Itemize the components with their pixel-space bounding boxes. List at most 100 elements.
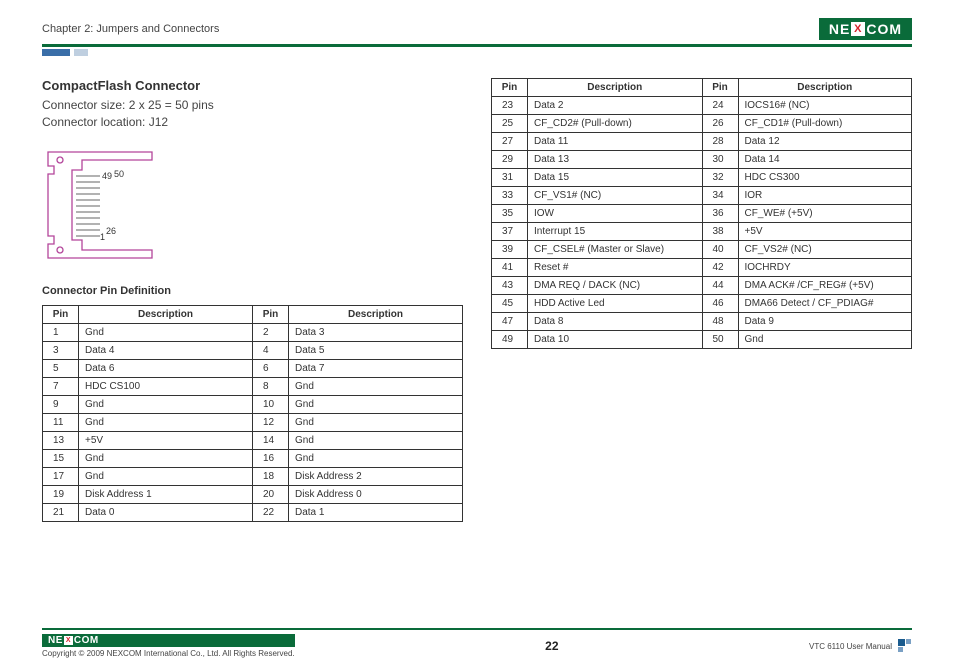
desc-cell: IOCHRDY <box>738 259 912 277</box>
desc-cell: Gnd <box>289 431 463 449</box>
pin-cell: 23 <box>492 97 528 115</box>
desc-cell: Data 9 <box>738 313 912 331</box>
table-row: 7HDC CS1008Gnd <box>43 377 463 395</box>
pin-cell: 8 <box>253 377 289 395</box>
pin-cell: 39 <box>492 241 528 259</box>
table-row: 35IOW36CF_WE# (+5V) <box>492 205 912 223</box>
table-row: 1Gnd2Data 3 <box>43 323 463 341</box>
pin-cell: 5 <box>43 359 79 377</box>
pin-cell: 44 <box>702 277 738 295</box>
table-row: 49Data 1050Gnd <box>492 331 912 349</box>
logo-footer: NEXCOM <box>42 634 295 647</box>
desc-cell: Data 1 <box>289 503 463 521</box>
th-desc: Description <box>79 305 253 323</box>
table-row: 33CF_VS1# (NC)34IOR <box>492 187 912 205</box>
desc-cell: Data 12 <box>738 133 912 151</box>
desc-cell: Gnd <box>79 413 253 431</box>
desc-cell: Gnd <box>738 331 912 349</box>
pin-cell: 14 <box>253 431 289 449</box>
desc-cell: Gnd <box>79 323 253 341</box>
th-desc: Description <box>528 79 703 97</box>
pin-cell: 2 <box>253 323 289 341</box>
desc-cell: IOW <box>528 205 703 223</box>
pin-cell: 15 <box>43 449 79 467</box>
desc-cell: Data 11 <box>528 133 703 151</box>
chapter-title: Chapter 2: Jumpers and Connectors <box>42 23 219 35</box>
pin-cell: 45 <box>492 295 528 313</box>
desc-cell: Disk Address 2 <box>289 467 463 485</box>
desc-cell: CF_CD1# (Pull-down) <box>738 115 912 133</box>
desc-cell: IOR <box>738 187 912 205</box>
pin-cell: 35 <box>492 205 528 223</box>
pin-cell: 7 <box>43 377 79 395</box>
table-row: 41Reset #42IOCHRDY <box>492 259 912 277</box>
table-row: 15Gnd16Gnd <box>43 449 463 467</box>
th-desc: Description <box>738 79 912 97</box>
connector-location: Connector location: J12 <box>42 114 463 131</box>
pin-cell: 41 <box>492 259 528 277</box>
table-row: 37Interrupt 1538+5V <box>492 223 912 241</box>
left-column: CompactFlash Connector Connector size: 2… <box>42 78 463 522</box>
th-pin: Pin <box>253 305 289 323</box>
connector-size: Connector size: 2 x 25 = 50 pins <box>42 97 463 114</box>
pin-cell: 1 <box>43 323 79 341</box>
desc-cell: Reset # <box>528 259 703 277</box>
table-row: 23Data 224IOCS16# (NC) <box>492 97 912 115</box>
desc-cell: Data 14 <box>738 151 912 169</box>
pin-cell: 12 <box>253 413 289 431</box>
pin-cell: 20 <box>253 485 289 503</box>
desc-cell: Gnd <box>289 395 463 413</box>
copyright-text: Copyright © 2009 NEXCOM International Co… <box>42 649 295 658</box>
desc-cell: Data 10 <box>528 331 703 349</box>
table-row: 31Data 1532HDC CS300 <box>492 169 912 187</box>
desc-cell: Data 0 <box>79 503 253 521</box>
th-desc: Description <box>289 305 463 323</box>
pin-cell: 46 <box>702 295 738 313</box>
desc-cell: Disk Address 0 <box>289 485 463 503</box>
table-row: 45HDD Active Led46DMA66 Detect / CF_PDIA… <box>492 295 912 313</box>
pin-1-label: 1 <box>100 232 105 242</box>
desc-cell: Gnd <box>289 413 463 431</box>
pin-cell: 13 <box>43 431 79 449</box>
desc-cell: Gnd <box>79 467 253 485</box>
pin-cell: 24 <box>702 97 738 115</box>
pin-cell: 27 <box>492 133 528 151</box>
table-row: 5Data 66Data 7 <box>43 359 463 377</box>
desc-cell: Interrupt 15 <box>528 223 703 241</box>
pin-cell: 19 <box>43 485 79 503</box>
pin-cell: 30 <box>702 151 738 169</box>
desc-cell: Disk Address 1 <box>79 485 253 503</box>
pin-cell: 22 <box>253 503 289 521</box>
pin-50-label: 50 <box>114 169 124 179</box>
logo-top: NEXCOM <box>819 18 912 40</box>
pin-cell: 6 <box>253 359 289 377</box>
desc-cell: +5V <box>738 223 912 241</box>
desc-cell: Data 3 <box>289 323 463 341</box>
pin-cell: 16 <box>253 449 289 467</box>
table-subhead: Connector Pin Definition <box>42 285 463 297</box>
th-pin: Pin <box>43 305 79 323</box>
pin-cell: 42 <box>702 259 738 277</box>
desc-cell: CF_WE# (+5V) <box>738 205 912 223</box>
desc-cell: DMA REQ / DACK (NC) <box>528 277 703 295</box>
th-pin: Pin <box>492 79 528 97</box>
desc-cell: CF_VS1# (NC) <box>528 187 703 205</box>
table-row: 27Data 1128Data 12 <box>492 133 912 151</box>
pin-cell: 33 <box>492 187 528 205</box>
logo-x-icon: X <box>64 636 73 645</box>
pin-49-label: 49 <box>102 171 112 181</box>
pin-cell: 49 <box>492 331 528 349</box>
desc-cell: Data 15 <box>528 169 703 187</box>
pin-cell: 50 <box>702 331 738 349</box>
desc-cell: Data 4 <box>79 341 253 359</box>
desc-cell: Data 7 <box>289 359 463 377</box>
desc-cell: IOCS16# (NC) <box>738 97 912 115</box>
logo-x-icon: X <box>851 22 865 36</box>
desc-cell: HDD Active Led <box>528 295 703 313</box>
desc-cell: DMA66 Detect / CF_PDIAG# <box>738 295 912 313</box>
pin-cell: 21 <box>43 503 79 521</box>
desc-cell: Gnd <box>79 449 253 467</box>
pin-cell: 4 <box>253 341 289 359</box>
desc-cell: HDC CS300 <box>738 169 912 187</box>
pin-cell: 29 <box>492 151 528 169</box>
